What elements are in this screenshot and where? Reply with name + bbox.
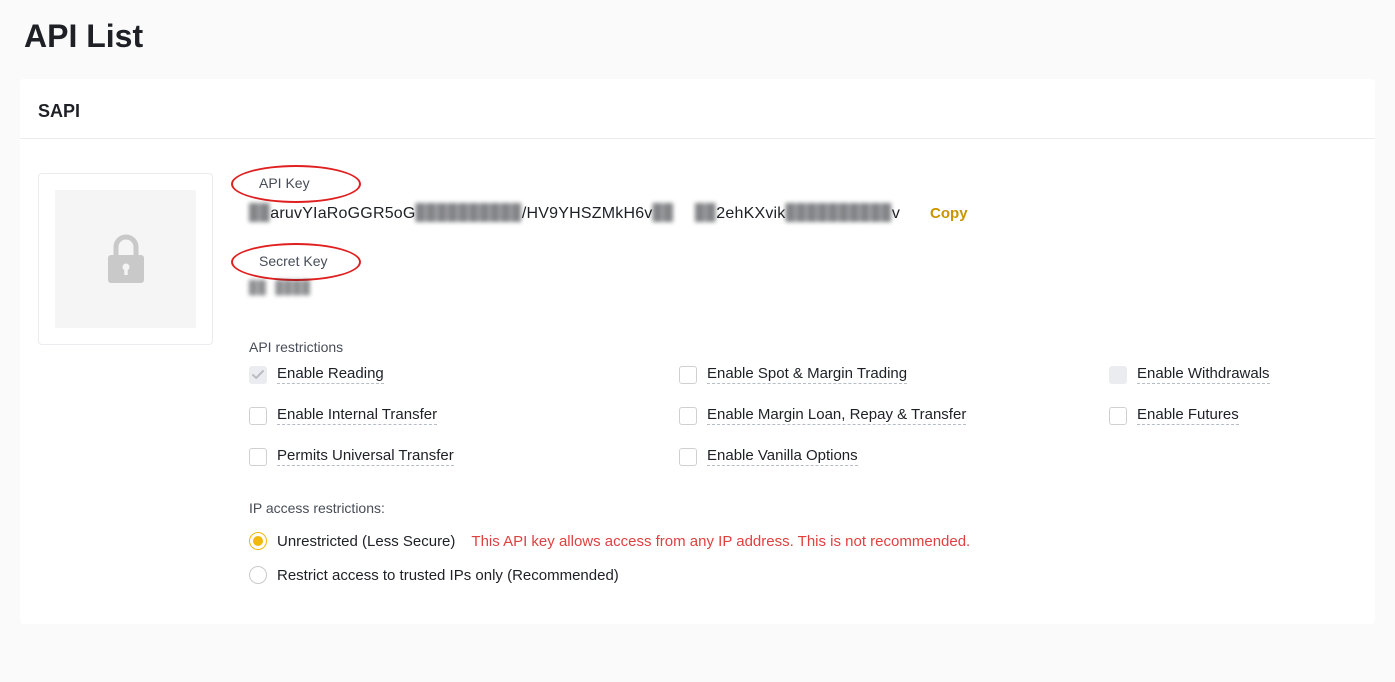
radio-restricted-label: Restrict access to trusted IPs only (Rec… bbox=[277, 567, 619, 584]
qr-placeholder bbox=[38, 173, 213, 345]
radio-unrestricted-label: Unrestricted (Less Secure) bbox=[277, 533, 455, 550]
restriction-item: Enable Margin Loan, Repay & Transfer bbox=[679, 406, 1109, 425]
secret-key-label: Secret Key bbox=[247, 251, 339, 271]
restriction-checkbox[interactable] bbox=[679, 366, 697, 384]
ip-restrictions-title: IP access restrictions: bbox=[249, 500, 1357, 516]
restriction-label: Enable Reading bbox=[277, 365, 384, 384]
page-title: API List bbox=[0, 0, 1395, 65]
restriction-label: Enable Margin Loan, Repay & Transfer bbox=[707, 406, 966, 425]
secret-key-masked: ██ ████ bbox=[249, 281, 311, 296]
restriction-label: Enable Withdrawals bbox=[1137, 365, 1270, 384]
restriction-item: Permits Universal Transfer bbox=[249, 447, 679, 466]
restriction-checkbox[interactable] bbox=[249, 448, 267, 466]
restriction-label: Enable Internal Transfer bbox=[277, 406, 437, 425]
ip-unrestricted-warning: This API key allows access from any IP a… bbox=[471, 533, 970, 550]
restriction-label: Enable Vanilla Options bbox=[707, 447, 858, 466]
restriction-item: Enable Spot & Margin Trading bbox=[679, 365, 1109, 384]
api-key-value: ██aruvYIaRoGGR5oG██████████/HV9YHSZMkH6v… bbox=[249, 203, 900, 223]
api-restrictions-grid: Enable Reading Enable Spot & Margin Tradi… bbox=[249, 365, 1357, 466]
restriction-checkbox[interactable] bbox=[679, 448, 697, 466]
restriction-item: Enable Vanilla Options bbox=[679, 447, 1109, 466]
restriction-item: Enable Reading bbox=[249, 365, 679, 384]
copy-api-key-button[interactable]: Copy bbox=[930, 205, 968, 222]
api-card: SAPI API Key ██aruvYIaRoGGR5oG████ bbox=[20, 79, 1375, 624]
restriction-item: Enable Internal Transfer bbox=[249, 406, 679, 425]
restriction-checkbox[interactable] bbox=[249, 407, 267, 425]
restriction-checkbox[interactable] bbox=[1109, 407, 1127, 425]
restriction-checkbox bbox=[1109, 366, 1127, 384]
restriction-item: Enable Futures bbox=[1109, 406, 1357, 425]
radio-restricted[interactable] bbox=[249, 566, 267, 584]
api-card-name: SAPI bbox=[20, 79, 1375, 139]
api-restrictions-title: API restrictions bbox=[249, 339, 1357, 355]
restriction-checkbox[interactable] bbox=[679, 407, 697, 425]
restriction-label: Enable Futures bbox=[1137, 406, 1239, 425]
restriction-label: Enable Spot & Margin Trading bbox=[707, 365, 907, 384]
api-key-label: API Key bbox=[247, 173, 322, 193]
radio-unrestricted[interactable] bbox=[249, 532, 267, 550]
lock-icon bbox=[104, 233, 148, 285]
restriction-checkbox bbox=[249, 366, 267, 384]
restriction-item: Enable Withdrawals bbox=[1109, 365, 1357, 384]
restriction-label: Permits Universal Transfer bbox=[277, 447, 454, 466]
